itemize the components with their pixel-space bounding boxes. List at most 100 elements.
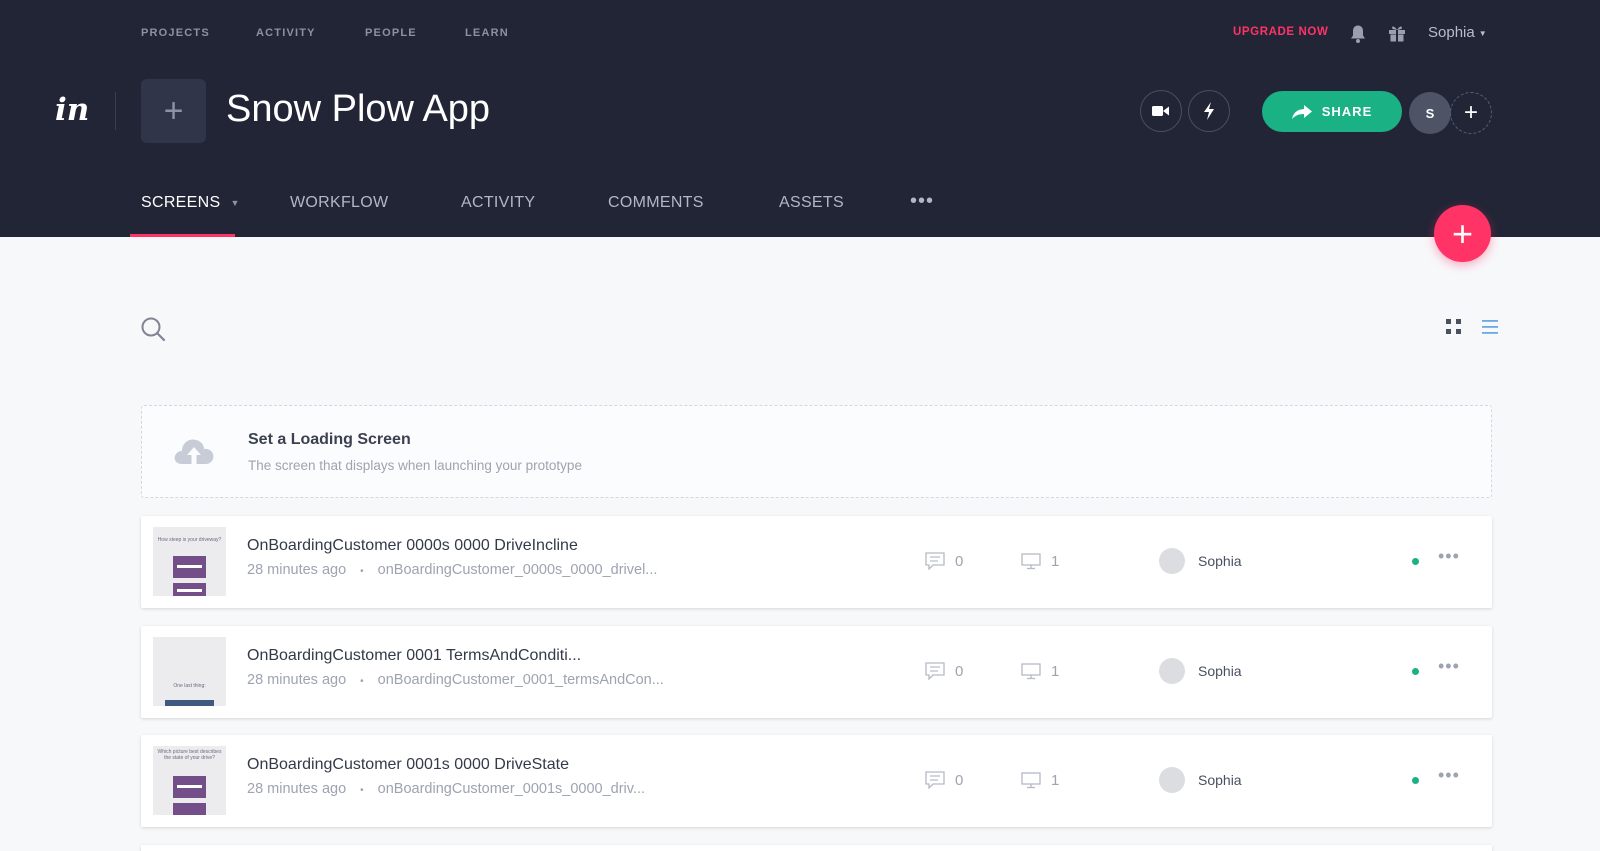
comment-count-value: 0 (955, 552, 964, 570)
meta-separator: • (360, 785, 364, 796)
tab-screens[interactable]: SCREENS ▼ (141, 194, 240, 212)
grid-view-icon[interactable] (1445, 318, 1463, 336)
add-project-button[interactable]: + (141, 79, 206, 143)
share-arrow-icon (1291, 104, 1312, 119)
screen-row[interactable]: Which picture best describes the state o… (141, 735, 1492, 827)
meta-separator: • (360, 566, 364, 577)
status-dot (1412, 558, 1419, 565)
user-name: Sophia (1428, 24, 1475, 41)
screen-name[interactable]: OnBoardingCustomer 0001 TermsAndConditi.… (247, 647, 581, 665)
comment-count-value: 0 (955, 771, 964, 789)
screen-row-partial (141, 845, 1492, 851)
loading-screen-title: Set a Loading Screen (248, 431, 411, 448)
lightning-icon (1204, 102, 1214, 120)
screen-row[interactable]: How steep is your driveway? OnBoardingCu… (141, 516, 1492, 608)
search-icon[interactable] (140, 316, 166, 342)
screen-thumbnail[interactable]: Which picture best describes the state o… (153, 746, 226, 815)
screen-thumbnail[interactable]: One last thing: (153, 637, 226, 706)
owner-avatar (1159, 658, 1185, 684)
nav-learn[interactable]: LEARN (465, 27, 509, 39)
thumbnail-text: One last thing: (173, 683, 206, 689)
bell-icon[interactable] (1349, 24, 1367, 44)
tab-comments[interactable]: COMMENTS (608, 194, 704, 212)
monitor-icon (1021, 553, 1041, 570)
screen-meta: 28 minutes ago • onBoardingCustomer_0001s_… (247, 781, 645, 797)
device-count[interactable]: 1 (1021, 552, 1059, 570)
screen-name[interactable]: OnBoardingCustomer 0000s 0000 DriveIncli… (247, 537, 578, 555)
owner-name: Sophia (1198, 663, 1242, 679)
thumbnail-text: Which picture best describes the state o… (157, 749, 222, 761)
cloud-upload-icon (174, 439, 214, 464)
comment-count[interactable]: 0 (925, 771, 963, 789)
screen-filename: onBoardingCustomer_0001s_0000_driv... (377, 781, 646, 797)
screen-time: 28 minutes ago (247, 672, 347, 688)
thumbnail-option-line (177, 589, 202, 592)
header: PROJECTS ACTIVITY PEOPLE LEARN UPGRADE N… (0, 0, 1600, 237)
more-icon[interactable]: ••• (1438, 546, 1460, 567)
screen-row[interactable]: One last thing: OnBoardingCustomer 0001 … (141, 626, 1492, 718)
device-count[interactable]: 1 (1021, 771, 1059, 789)
thumbnail-text: How steep is your driveway? (157, 537, 222, 543)
thumbnail-option-line (177, 565, 202, 568)
video-button[interactable] (1140, 90, 1182, 132)
comment-count[interactable]: 0 (925, 552, 963, 570)
comment-icon (925, 552, 945, 570)
share-label: SHARE (1321, 104, 1373, 119)
owner-avatar (1159, 548, 1185, 574)
project-title: Snow Plow App (226, 88, 491, 130)
logo-divider (115, 92, 116, 130)
caret-down-icon: ▼ (1478, 28, 1487, 38)
device-count-value: 1 (1051, 771, 1060, 789)
comment-count[interactable]: 0 (925, 662, 963, 680)
loading-screen-subtitle: The screen that displays when launching … (248, 458, 582, 473)
nav-projects[interactable]: PROJECTS (141, 27, 210, 39)
device-count[interactable]: 1 (1021, 662, 1059, 680)
screen-name[interactable]: OnBoardingCustomer 0001s 0000 DriveState (247, 756, 569, 774)
status-dot (1412, 668, 1419, 675)
status-dot (1412, 777, 1419, 784)
user-menu[interactable]: Sophia ▼ (1428, 24, 1487, 41)
add-screen-fab[interactable]: + (1434, 205, 1491, 262)
tab-screens-label: SCREENS (141, 194, 221, 211)
comment-count-value: 0 (955, 662, 964, 680)
member-avatar[interactable]: S (1409, 92, 1451, 134)
invision-logo[interactable]: in (55, 92, 89, 128)
nav-activity[interactable]: ACTIVITY (256, 27, 316, 39)
device-count-value: 1 (1051, 662, 1060, 680)
add-person-button[interactable]: + (1450, 92, 1492, 134)
thumbnail-button (165, 700, 214, 706)
screen-time: 28 minutes ago (247, 562, 347, 578)
owner-name: Sophia (1198, 553, 1242, 569)
screen-filename: onBoardingCustomer_0000s_0000_drivel... (377, 562, 658, 578)
meta-separator: • (360, 676, 364, 687)
screen-time: 28 minutes ago (247, 781, 347, 797)
list-view-icon[interactable] (1481, 318, 1499, 336)
share-button[interactable]: SHARE (1262, 91, 1402, 132)
comment-icon (925, 771, 945, 789)
gift-icon[interactable] (1388, 24, 1406, 42)
device-count-value: 1 (1051, 552, 1060, 570)
thumbnail-option-line (177, 785, 202, 788)
active-tab-indicator (130, 234, 235, 237)
video-icon (1152, 106, 1169, 116)
tab-assets[interactable]: ASSETS (779, 194, 844, 212)
thumbnail-option (173, 803, 206, 815)
more-icon[interactable]: ••• (1438, 765, 1460, 786)
chevron-down-icon: ▼ (230, 197, 240, 208)
more-icon[interactable]: ••• (1438, 656, 1460, 677)
set-loading-screen-card[interactable]: Set a Loading Screen The screen that dis… (141, 405, 1492, 498)
lightning-button[interactable] (1188, 90, 1230, 132)
owner-avatar (1159, 767, 1185, 793)
tab-workflow[interactable]: WORKFLOW (290, 194, 388, 212)
owner-name: Sophia (1198, 772, 1242, 788)
monitor-icon (1021, 663, 1041, 680)
screen-meta: 28 minutes ago • onBoardingCustomer_0001_t… (247, 672, 664, 688)
screen-thumbnail[interactable]: How steep is your driveway? (153, 527, 226, 596)
nav-people[interactable]: PEOPLE (365, 27, 417, 39)
tab-activity[interactable]: ACTIVITY (461, 194, 535, 212)
tabs-more-icon[interactable]: ••• (910, 190, 934, 213)
monitor-icon (1021, 772, 1041, 789)
upgrade-now-link[interactable]: UPGRADE NOW (1233, 26, 1328, 38)
screen-meta: 28 minutes ago • onBoardingCustomer_0000s_… (247, 562, 657, 578)
comment-icon (925, 662, 945, 680)
